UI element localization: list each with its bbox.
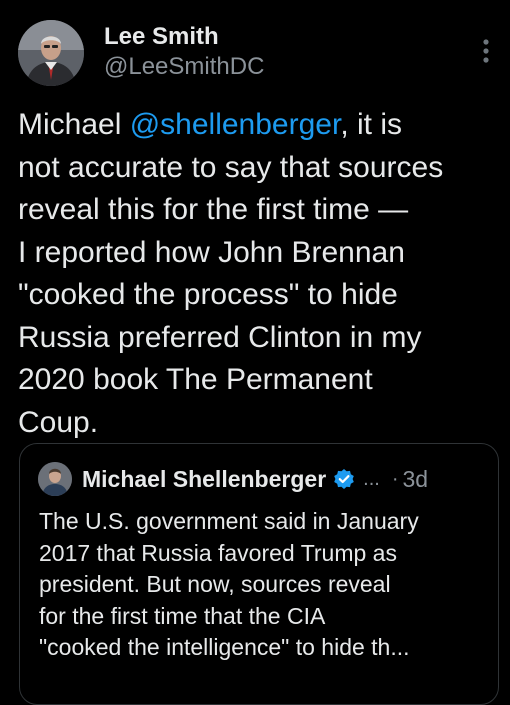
quoted-tweet-card[interactable]: Michael Shellenberger ... · 3d The U.S. … bbox=[19, 443, 499, 705]
quoted-author-handle-truncated: ... bbox=[363, 467, 380, 490]
profile-photo-icon bbox=[38, 462, 72, 496]
profile-photo-icon bbox=[18, 20, 84, 86]
author-info: Lee Smith @LeeSmithDC bbox=[104, 22, 264, 82]
quoted-author-avatar[interactable] bbox=[38, 462, 72, 496]
author-handle[interactable]: @LeeSmithDC bbox=[104, 52, 264, 82]
quoted-tweet-line: "cooked the intelligence" to hide th... bbox=[39, 634, 410, 660]
quoted-tweet-line: The U.S. government said in January bbox=[39, 508, 419, 534]
tweet-line: Coup. bbox=[18, 405, 99, 439]
tweet-text-after-mention: , it is bbox=[340, 108, 402, 141]
tweet-text: Michael @shellenberger, it is not accura… bbox=[18, 104, 498, 444]
tweet-text-before-mention: Michael bbox=[18, 108, 130, 141]
tweet-line: 2020 book The Permanent bbox=[18, 363, 373, 396]
tweet: Lee Smith @LeeSmithDC Michael @shellenbe… bbox=[0, 0, 510, 705]
quoted-tweet-line: for the first time that the CIA bbox=[39, 602, 326, 629]
tweet-line: not accurate to say that sources bbox=[18, 150, 444, 184]
tweet-line: "cooked the process" to hide bbox=[18, 278, 398, 311]
quoted-tweet-line: president. But now, sources reveal bbox=[39, 571, 391, 597]
tweet-line: reveal this for the first time — bbox=[18, 193, 409, 226]
more-vertical-icon bbox=[483, 39, 489, 63]
quoted-author-name[interactable]: Michael Shellenberger bbox=[82, 466, 326, 493]
more-options-button[interactable] bbox=[476, 36, 496, 66]
quoted-tweet-header: Michael Shellenberger ... · 3d bbox=[38, 462, 428, 496]
author-avatar[interactable] bbox=[18, 20, 84, 86]
tweet-line: Russia preferred Clinton in my bbox=[18, 320, 422, 354]
quoted-tweet-line: 2017 that Russia favored Trump as bbox=[39, 539, 397, 566]
quoted-tweet-timestamp[interactable]: 3d bbox=[402, 466, 428, 493]
verified-badge-icon bbox=[334, 469, 354, 489]
tweet-line: I reported how John Brennan bbox=[18, 235, 405, 269]
author-display-name[interactable]: Lee Smith bbox=[104, 22, 264, 52]
tweet-line: Michael @shellenberger, it is bbox=[18, 104, 498, 147]
separator-dot: · bbox=[391, 467, 399, 490]
mention-link[interactable]: @shellenberger bbox=[130, 108, 341, 141]
quoted-tweet-text: The U.S. government said in January 2017… bbox=[39, 506, 489, 664]
